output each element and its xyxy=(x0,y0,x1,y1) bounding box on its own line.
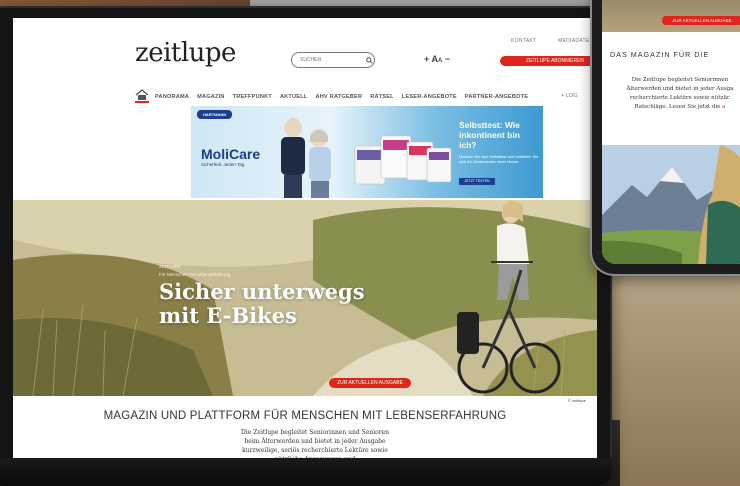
nav-item-ahv-ratgeber[interactable]: AHV RATGEBER xyxy=(315,94,362,100)
kontakt-link[interactable]: KONTAKT xyxy=(511,38,536,44)
mediadaten-link[interactable]: MEDIADATEN xyxy=(558,38,593,44)
background-photo xyxy=(600,260,740,486)
nav-item-magazin[interactable]: MAGAZIN xyxy=(197,94,225,100)
ad-banner[interactable]: HARTMANN MoliCare Sicherheit. Jeden Tag. xyxy=(191,106,543,198)
search-input[interactable] xyxy=(292,57,364,63)
nav-item-leser-angebote[interactable]: LESER-ANGEBOTE xyxy=(402,94,457,100)
photo-credit: © zeitlupe xyxy=(568,398,586,403)
phone-intro-text: Die Zeitlupe begleitet Seniorinnen Älter… xyxy=(608,76,740,112)
site-logo[interactable]: zeitlupe xyxy=(135,38,236,68)
subscribe-button[interactable]: ZEITLUPE ABONNIEREN xyxy=(500,56,597,66)
phone-heading: DAS MAGAZIN FÜR DIE xyxy=(610,50,710,59)
search-box[interactable] xyxy=(291,52,375,68)
hero-subtitle: Für Menschen mit Lebenserfahrung xyxy=(159,272,231,277)
active-indicator xyxy=(135,101,149,103)
intro-text: Die Zeitlupe begleitet Seniorinnen und S… xyxy=(241,429,389,458)
phone-intro-line: Älterwerden und bietet in jeder Ausga xyxy=(626,86,734,92)
phone-screen: ZUR AKTUELLEN AUSGABE DAS MAGAZIN FÜR DI… xyxy=(602,0,740,264)
search-icon[interactable] xyxy=(364,56,374,64)
font-size-control: + AA − xyxy=(424,54,450,64)
font-size-small: A xyxy=(437,58,443,64)
nav-item-raetsel[interactable]: RÄTSEL xyxy=(370,94,394,100)
nav-item-aktuell[interactable]: AKTUELL xyxy=(280,94,308,100)
site-tagline: MAGAZIN UND PLATTFORM FÜR MENSCHEN MIT L… xyxy=(103,410,507,422)
login-link[interactable]: + LOG xyxy=(561,93,578,99)
main-nav: PANORAMA MAGAZIN TREFFPUNKT AKTUELL AHV … xyxy=(135,88,536,106)
ad-body-text: Machen Sie den Selbsttest und bestellen … xyxy=(459,154,539,164)
ad-people-image xyxy=(281,117,331,198)
phone-teaser-image[interactable] xyxy=(602,145,740,264)
phone-current-issue-button[interactable]: ZUR AKTUELLEN AUSGABE xyxy=(662,16,740,25)
hero-title[interactable]: Sicher unterwegs mit E-Bikes xyxy=(159,280,399,328)
laptop-bezel xyxy=(0,458,612,486)
phone-intro-link[interactable]: a xyxy=(722,104,725,110)
ad-headline: Selbsttest: Wie inkontinent bin ich? xyxy=(459,120,520,150)
current-issue-button[interactable]: ZUR AKTUELLEN AUSGABE xyxy=(329,378,411,388)
ad-brand-name: MoliCare xyxy=(201,146,261,162)
nav-item-panorama[interactable]: PANORAMA xyxy=(155,94,189,100)
laptop-device: zeitlupe + AA − KONTAKT MEDIADATEN ZEITL… xyxy=(0,6,612,486)
phone-intro-line: recherchierte Lektüre sowie nützlic xyxy=(630,95,730,101)
font-decrease-button[interactable]: − xyxy=(445,54,450,64)
mountain-photo xyxy=(602,145,740,264)
phone-intro-line: Die Zeitlupe begleitet Seniorinnen xyxy=(631,77,729,83)
phone-intro-line: Ratschläge. Lesen Sie jetzt die a xyxy=(634,104,726,110)
laptop-screen: zeitlupe + AA − KONTAKT MEDIADATEN ZEITL… xyxy=(13,18,597,458)
ad-products-image xyxy=(354,135,452,185)
hero-kicker: ZEITLUPE xyxy=(159,264,181,269)
home-nav-item[interactable] xyxy=(135,88,155,106)
ad-brand-slogan: Sicherheit. Jeden Tag. xyxy=(201,162,246,167)
home-icon[interactable] xyxy=(135,89,149,101)
nav-item-partner-angebote[interactable]: PARTNER-ANGEBOTE xyxy=(465,94,528,100)
ad-cta-button[interactable]: JETZT TESTEN xyxy=(459,178,495,185)
phone-device: ZUR AKTUELLEN AUSGABE DAS MAGAZIN FÜR DI… xyxy=(592,0,740,274)
font-increase-button[interactable]: + xyxy=(424,54,429,64)
ad-brand-tag: HARTMANN xyxy=(197,110,233,119)
nav-item-treffpunkt[interactable]: TREFFPUNKT xyxy=(233,94,272,100)
site-header: zeitlupe + AA − KONTAKT MEDIADATEN ZEITL… xyxy=(13,18,597,98)
